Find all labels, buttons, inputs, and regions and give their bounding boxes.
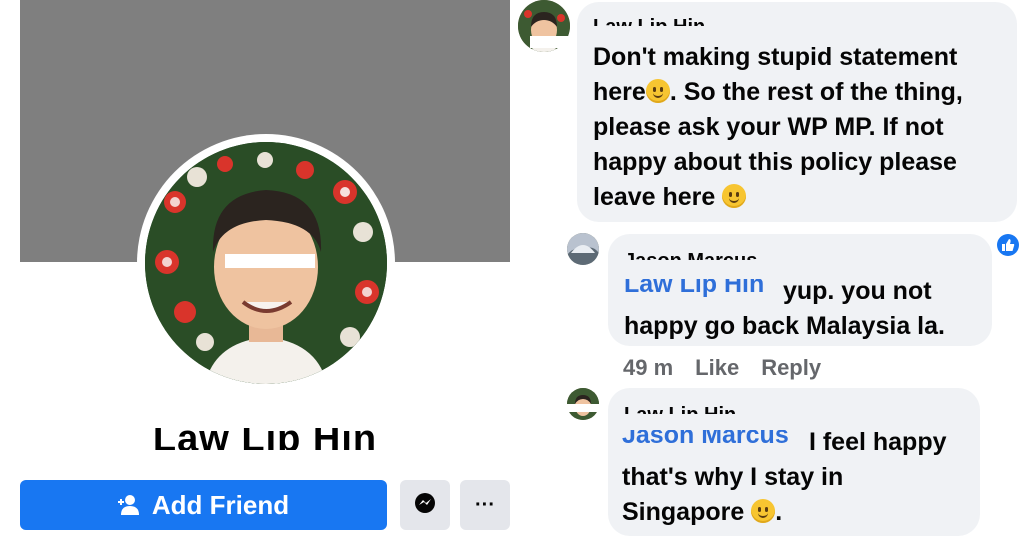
reply-button[interactable]: Reply xyxy=(761,355,821,381)
comment-text: Jason Marcus I feel happy that's why I s… xyxy=(622,428,947,526)
comment-text: Don't making stupid statement here. So t… xyxy=(593,43,963,211)
comment-author[interactable]: Jason Marcus xyxy=(624,246,784,260)
like-reaction-icon[interactable] xyxy=(997,234,1019,256)
commenter-avatar[interactable] xyxy=(567,233,599,265)
mention-link[interactable]: Law Lip Hin xyxy=(624,279,776,301)
comment-text: Law Lip Hin yup. you not happy go back M… xyxy=(624,277,945,340)
messenger-button[interactable] xyxy=(400,480,450,530)
reply-bubble: Jason Marcus Law Lip Hin yup. you not ha… xyxy=(608,234,992,346)
profile-picture[interactable] xyxy=(145,142,387,384)
add-friend-button[interactable]: Add Friend xyxy=(20,480,387,530)
mention-link[interactable]: Jason Marcus xyxy=(622,430,802,452)
reply-bubble: Law Lip Hin Jason Marcus I feel happy th… xyxy=(608,388,980,536)
smile-emoji-icon xyxy=(645,79,670,103)
add-friend-icon xyxy=(117,493,142,517)
like-button[interactable]: Like xyxy=(695,355,739,381)
name-redaction xyxy=(145,412,385,428)
smile-emoji-icon xyxy=(751,499,776,523)
messenger-icon xyxy=(414,492,436,519)
smile-emoji-icon xyxy=(722,184,747,208)
add-friend-label: Add Friend xyxy=(151,489,290,520)
comment-timestamp: 49 m xyxy=(623,355,674,380)
comment-actions: 49 m Like Reply xyxy=(623,355,821,381)
comment-author[interactable]: Law Lip Hin xyxy=(624,400,774,414)
profile-name: Law Lip Hin xyxy=(145,412,385,450)
comment-bubble: Law Lip Hin Don't making stupid statemen… xyxy=(577,2,1017,222)
more-options-icon: ··· xyxy=(475,493,495,516)
avatar-redaction xyxy=(567,404,607,412)
comment-author[interactable]: Law Lip Hin xyxy=(593,12,753,26)
more-options-button[interactable]: ··· xyxy=(460,480,510,530)
